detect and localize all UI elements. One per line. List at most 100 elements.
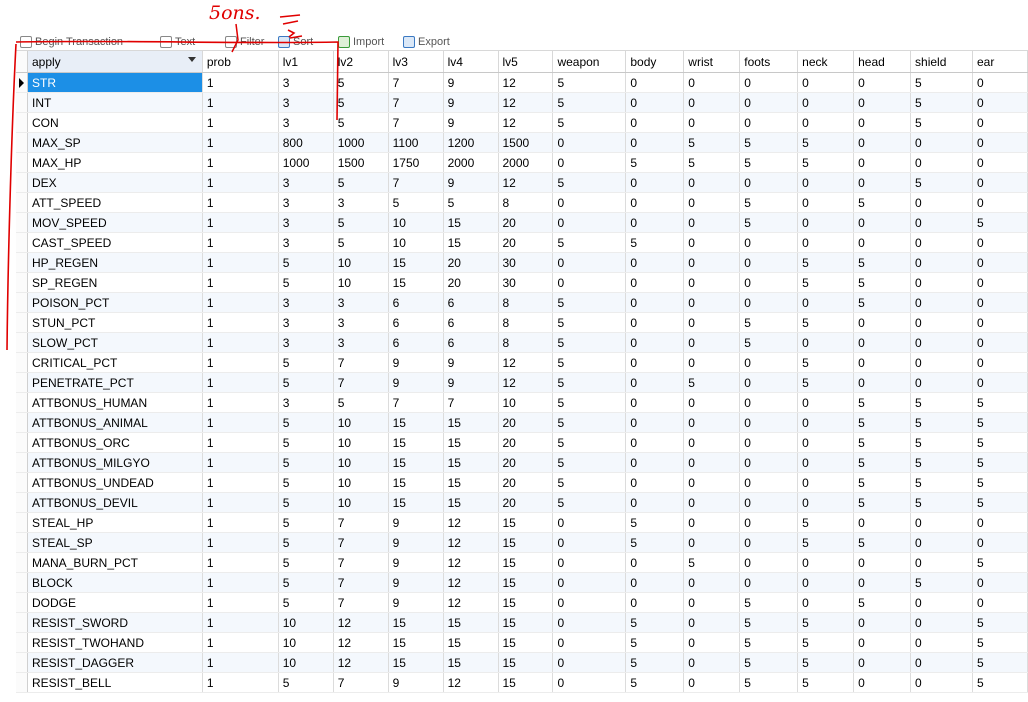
cell-lv5[interactable]: 20 — [498, 432, 554, 453]
column-header-shield[interactable]: shield — [910, 51, 973, 73]
cell-lv1[interactable]: 3 — [278, 192, 334, 213]
cell-shield[interactable]: 5 — [910, 492, 973, 513]
table-row[interactable]: SLOW_PCT 1 3 3 6 6 8 5 0 0 5 0 0 0 0 — [16, 332, 1028, 353]
cell-head[interactable]: 5 — [853, 532, 912, 553]
cell-prob[interactable]: 1 — [202, 92, 279, 113]
cell-prob[interactable]: 1 — [202, 232, 279, 253]
table-row[interactable]: PENETRATE_PCT 1 5 7 9 9 12 5 0 5 0 5 0 0 0 — [16, 372, 1028, 393]
cell-lv1[interactable]: 5 — [278, 492, 334, 513]
cell-lv4[interactable]: 15 — [443, 632, 499, 653]
table-row[interactable]: INT 1 3 5 7 9 12 5 0 0 0 0 0 5 0 — [16, 92, 1028, 113]
cell-apply[interactable]: INT — [27, 92, 203, 113]
cell-lv4[interactable]: 9 — [443, 112, 499, 133]
cell-foots[interactable]: 0 — [739, 172, 799, 193]
cell-neck[interactable]: 0 — [797, 212, 855, 233]
cell-ear[interactable]: 0 — [972, 592, 1028, 613]
cell-head[interactable]: 5 — [853, 192, 912, 213]
cell-shield[interactable]: 0 — [910, 632, 973, 653]
cell-head[interactable]: 5 — [853, 252, 912, 273]
cell-wrist[interactable]: 0 — [683, 612, 741, 633]
cell-lv5[interactable]: 15 — [498, 572, 554, 593]
cell-foots[interactable]: 5 — [739, 632, 799, 653]
cell-body[interactable]: 0 — [625, 172, 685, 193]
cell-weapon[interactable]: 0 — [552, 612, 627, 633]
cell-lv2[interactable]: 5 — [333, 392, 389, 413]
cell-shield[interactable]: 5 — [910, 112, 973, 133]
cell-prob[interactable]: 1 — [202, 212, 279, 233]
cell-neck[interactable]: 0 — [797, 72, 855, 93]
cell-lv2[interactable]: 5 — [333, 92, 389, 113]
table-row[interactable]: ATTBONUS_UNDEAD 1 5 10 15 15 20 5 0 0 0 0 5 5 5 — [16, 472, 1028, 493]
table-row[interactable]: ATTBONUS_ANIMAL 1 5 10 15 15 20 5 0 0 0 0 5 5 5 — [16, 412, 1028, 433]
cell-body[interactable]: 5 — [625, 672, 685, 693]
cell-head[interactable]: 5 — [853, 592, 912, 613]
column-header-body[interactable]: body — [625, 51, 685, 73]
cell-weapon[interactable]: 0 — [552, 212, 627, 233]
cell-weapon[interactable]: 5 — [552, 432, 627, 453]
cell-wrist[interactable]: 0 — [683, 472, 741, 493]
cell-weapon[interactable]: 0 — [552, 152, 627, 173]
cell-ear[interactable]: 5 — [972, 612, 1028, 633]
cell-shield[interactable]: 5 — [910, 172, 973, 193]
cell-lv4[interactable]: 6 — [443, 332, 499, 353]
cell-apply[interactable]: CAST_SPEED — [27, 232, 203, 253]
cell-lv5[interactable]: 15 — [498, 612, 554, 633]
row-indicator[interactable] — [16, 292, 29, 313]
cell-lv5[interactable]: 15 — [498, 632, 554, 653]
cell-head[interactable]: 0 — [853, 152, 912, 173]
cell-prob[interactable]: 1 — [202, 672, 279, 693]
cell-lv3[interactable]: 9 — [388, 512, 444, 533]
cell-foots[interactable]: 5 — [739, 332, 799, 353]
cell-lv3[interactable]: 7 — [388, 72, 444, 93]
sort-button[interactable]: Sort — [278, 36, 328, 48]
cell-lv2[interactable]: 10 — [333, 272, 389, 293]
cell-prob[interactable]: 1 — [202, 472, 279, 493]
row-indicator[interactable] — [16, 152, 29, 173]
cell-lv4[interactable]: 15 — [443, 412, 499, 433]
cell-head[interactable]: 0 — [853, 332, 912, 353]
cell-shield[interactable]: 5 — [910, 452, 973, 473]
cell-foots[interactable]: 5 — [739, 652, 799, 673]
cell-foots[interactable]: 0 — [739, 512, 799, 533]
cell-lv5[interactable]: 20 — [498, 412, 554, 433]
cell-prob[interactable]: 1 — [202, 152, 279, 173]
cell-apply[interactable]: SLOW_PCT — [27, 332, 203, 353]
cell-lv1[interactable]: 3 — [278, 312, 334, 333]
cell-prob[interactable]: 1 — [202, 612, 279, 633]
cell-neck[interactable]: 5 — [797, 132, 855, 153]
cell-body[interactable]: 0 — [625, 252, 685, 273]
row-indicator[interactable] — [16, 92, 29, 113]
cell-apply[interactable]: ATTBONUS_UNDEAD — [27, 472, 203, 493]
cell-lv2[interactable]: 7 — [333, 572, 389, 593]
cell-neck[interactable]: 0 — [797, 492, 855, 513]
row-indicator[interactable] — [16, 532, 29, 553]
cell-head[interactable]: 5 — [853, 492, 912, 513]
cell-head[interactable]: 0 — [853, 632, 912, 653]
cell-lv4[interactable]: 12 — [443, 672, 499, 693]
row-indicator[interactable] — [16, 612, 29, 633]
cell-shield[interactable]: 0 — [910, 352, 973, 373]
cell-body[interactable]: 0 — [625, 132, 685, 153]
cell-prob[interactable]: 1 — [202, 552, 279, 573]
cell-lv1[interactable]: 10 — [278, 612, 334, 633]
cell-head[interactable]: 5 — [853, 472, 912, 493]
cell-body[interactable]: 0 — [625, 92, 685, 113]
cell-lv2[interactable]: 10 — [333, 432, 389, 453]
cell-ear[interactable]: 5 — [972, 212, 1028, 233]
column-header-lv1[interactable]: lv1 — [278, 51, 334, 73]
table-row[interactable]: STR 1 3 5 7 9 12 5 0 0 0 0 0 5 0 — [16, 72, 1028, 93]
cell-lv4[interactable]: 9 — [443, 92, 499, 113]
row-indicator[interactable] — [16, 212, 29, 233]
cell-wrist[interactable]: 0 — [683, 432, 741, 453]
cell-neck[interactable]: 5 — [797, 672, 855, 693]
cell-foots[interactable]: 0 — [739, 452, 799, 473]
row-indicator[interactable] — [16, 652, 29, 673]
filter-button[interactable]: Filter — [225, 36, 275, 48]
cell-shield[interactable]: 0 — [910, 372, 973, 393]
cell-lv5[interactable]: 15 — [498, 512, 554, 533]
cell-foots[interactable]: 5 — [739, 192, 799, 213]
cell-weapon[interactable]: 0 — [552, 552, 627, 573]
table-row[interactable]: CAST_SPEED 1 3 5 10 15 20 5 5 0 0 0 0 0 0 — [16, 232, 1028, 253]
cell-prob[interactable]: 1 — [202, 492, 279, 513]
row-indicator[interactable] — [16, 172, 29, 193]
